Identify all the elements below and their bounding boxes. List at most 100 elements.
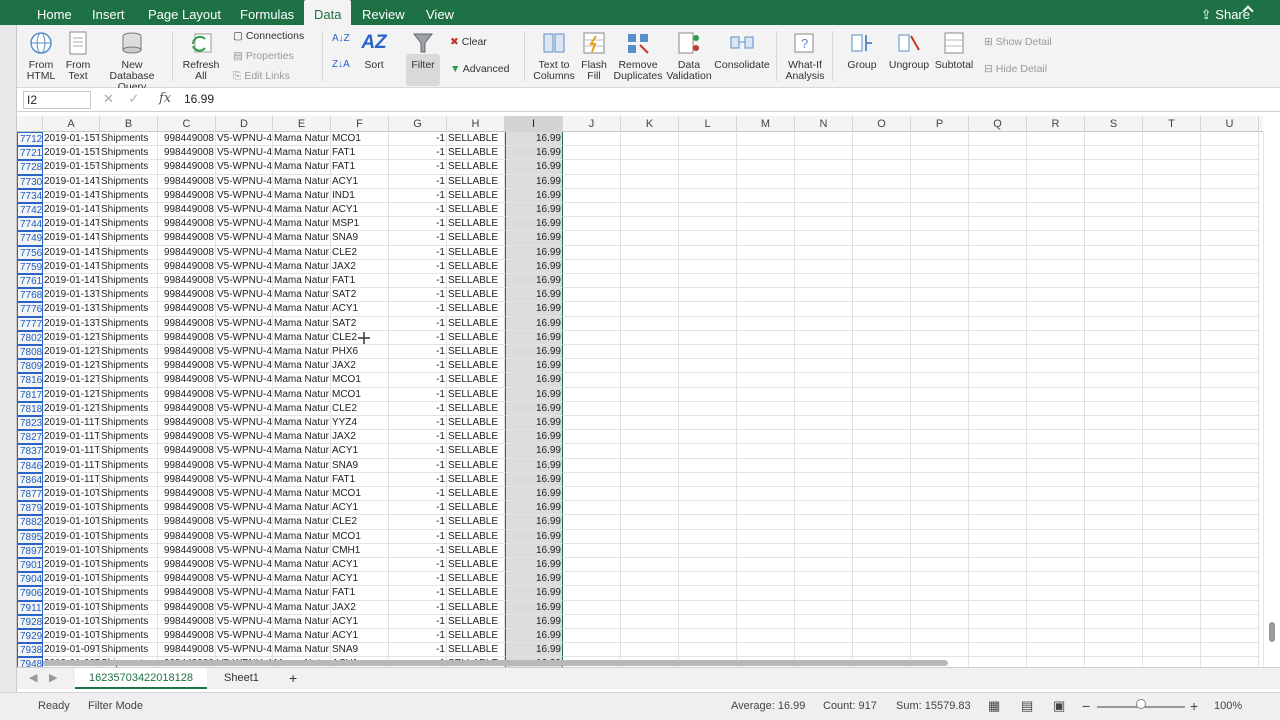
cell-u[interactable]: [1201, 217, 1259, 232]
cell-n[interactable]: [795, 558, 853, 573]
cell-l[interactable]: [679, 458, 737, 473]
cell-j[interactable]: [563, 416, 621, 431]
cell-b[interactable]: Shipments: [100, 543, 158, 558]
cell-i[interactable]: 16.99: [505, 472, 563, 487]
page-layout-view-icon[interactable]: ▤: [1021, 697, 1033, 715]
cell-d[interactable]: V5-WPNU-4I: [216, 274, 273, 289]
cell-d[interactable]: V5-WPNU-4I: [216, 586, 273, 601]
cell-e[interactable]: Mama Natur: [273, 316, 331, 331]
cell-m[interactable]: [737, 430, 795, 445]
cell-g[interactable]: -1: [389, 600, 447, 615]
cell-o[interactable]: [853, 373, 911, 388]
cell-n[interactable]: [795, 458, 853, 473]
cell-c[interactable]: 998449008: [158, 430, 216, 445]
cell-f[interactable]: JAX2: [331, 359, 389, 374]
column-header-e[interactable]: E: [273, 116, 331, 132]
cell-k[interactable]: [621, 359, 679, 374]
new-database-query-button[interactable]: New Database Query: [98, 30, 166, 93]
cell-n[interactable]: [795, 373, 853, 388]
cell-q[interactable]: [969, 430, 1027, 445]
cell-q[interactable]: [969, 274, 1027, 289]
cell-s[interactable]: [1085, 132, 1143, 147]
cell-j[interactable]: [563, 614, 621, 629]
cell-t[interactable]: [1143, 430, 1201, 445]
cell-f[interactable]: JAX2: [331, 430, 389, 445]
cell-c[interactable]: 998449008: [158, 302, 216, 317]
row-number-link[interactable]: 7938: [17, 643, 43, 658]
row-number-link[interactable]: 7744: [17, 217, 43, 232]
cell-n[interactable]: [795, 330, 853, 345]
cell-k[interactable]: [621, 458, 679, 473]
cell-p[interactable]: [911, 543, 969, 558]
cell-q[interactable]: [969, 543, 1027, 558]
cell-l[interactable]: [679, 387, 737, 402]
cell-g[interactable]: -1: [389, 529, 447, 544]
cell-r[interactable]: [1027, 274, 1085, 289]
vertical-scrollbar[interactable]: [1263, 132, 1280, 667]
cell-s[interactable]: [1085, 558, 1143, 573]
cell-b[interactable]: Shipments: [100, 174, 158, 189]
cell-b[interactable]: Shipments: [100, 231, 158, 246]
cell-h[interactable]: SELLABLE: [447, 188, 505, 203]
cell-s[interactable]: [1085, 160, 1143, 175]
cell-o[interactable]: [853, 458, 911, 473]
cell-b[interactable]: Shipments: [100, 259, 158, 274]
clear-button[interactable]: ✖ Clear: [450, 34, 487, 50]
cell-h[interactable]: SELLABLE: [447, 572, 505, 587]
cell-f[interactable]: ACY1: [331, 174, 389, 189]
column-header-a[interactable]: A: [43, 116, 100, 132]
cell-q[interactable]: [969, 444, 1027, 459]
cell-k[interactable]: [621, 529, 679, 544]
cell-g[interactable]: -1: [389, 458, 447, 473]
cell-r[interactable]: [1027, 160, 1085, 175]
cell-c[interactable]: 998449008: [158, 373, 216, 388]
cell-q[interactable]: [969, 600, 1027, 615]
add-sheet-button[interactable]: +: [275, 668, 311, 689]
cell-q[interactable]: [969, 416, 1027, 431]
cell-l[interactable]: [679, 401, 737, 416]
cell-m[interactable]: [737, 259, 795, 274]
column-header-i[interactable]: I: [505, 116, 563, 132]
column-header-g[interactable]: G: [389, 116, 447, 132]
cell-h[interactable]: SELLABLE: [447, 373, 505, 388]
tab-data[interactable]: Data: [304, 0, 352, 25]
cell-g[interactable]: -1: [389, 543, 447, 558]
cell-a[interactable]: 2019-01-12T: [43, 401, 100, 416]
cell-e[interactable]: Mama Natur: [273, 501, 331, 516]
cell-m[interactable]: [737, 302, 795, 317]
cell-d[interactable]: V5-WPNU-4I: [216, 387, 273, 402]
cell-m[interactable]: [737, 330, 795, 345]
cell-b[interactable]: Shipments: [100, 132, 158, 147]
cell-j[interactable]: [563, 188, 621, 203]
cell-e[interactable]: Mama Natur: [273, 586, 331, 601]
cell-l[interactable]: [679, 529, 737, 544]
row-number-link[interactable]: 7837: [17, 444, 43, 459]
cell-f[interactable]: YYZ4: [331, 416, 389, 431]
cell-g[interactable]: -1: [389, 259, 447, 274]
cell-r[interactable]: [1027, 330, 1085, 345]
cell-r[interactable]: [1027, 600, 1085, 615]
cell-b[interactable]: Shipments: [100, 416, 158, 431]
remove-duplicates-button[interactable]: Remove Duplicates: [612, 30, 664, 82]
cell-k[interactable]: [621, 586, 679, 601]
cell-s[interactable]: [1085, 188, 1143, 203]
row-number-link[interactable]: 7756: [17, 245, 43, 260]
cell-p[interactable]: [911, 231, 969, 246]
cell-l[interactable]: [679, 217, 737, 232]
cell-l[interactable]: [679, 373, 737, 388]
cell-l[interactable]: [679, 359, 737, 374]
cell-m[interactable]: [737, 345, 795, 360]
column-header-d[interactable]: D: [216, 116, 273, 132]
cell-c[interactable]: 998449008: [158, 515, 216, 530]
cell-f[interactable]: CLE2: [331, 245, 389, 260]
cell-k[interactable]: [621, 643, 679, 658]
cell-h[interactable]: SELLABLE: [447, 487, 505, 502]
cell-c[interactable]: 998449008: [158, 203, 216, 218]
cell-n[interactable]: [795, 387, 853, 402]
cell-r[interactable]: [1027, 444, 1085, 459]
cell-o[interactable]: [853, 188, 911, 203]
cell-l[interactable]: [679, 231, 737, 246]
cell-c[interactable]: 998449008: [158, 174, 216, 189]
cell-r[interactable]: [1027, 188, 1085, 203]
cell-o[interactable]: [853, 387, 911, 402]
